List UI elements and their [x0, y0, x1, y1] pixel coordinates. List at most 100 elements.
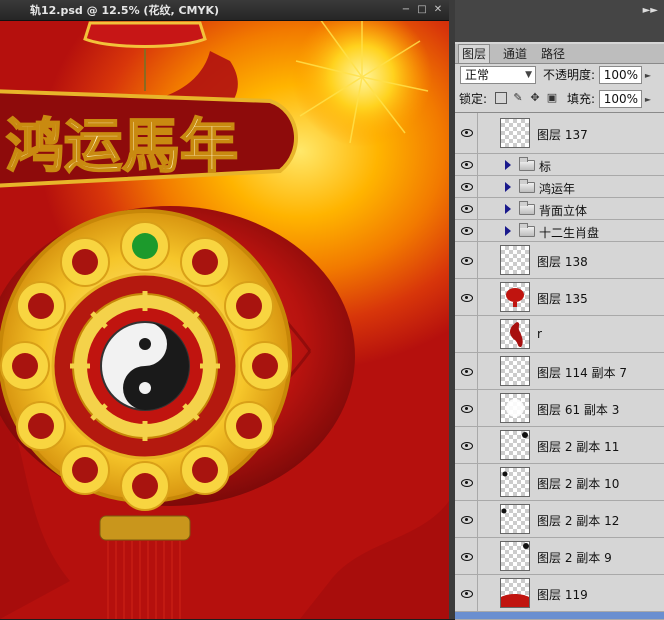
group-name[interactable]: 鸿运年 — [539, 180, 575, 197]
layer-group-row[interactable]: 背面立体 — [455, 198, 664, 220]
layer-name[interactable]: 图层 119 — [537, 586, 588, 603]
layer-link-cell[interactable] — [477, 427, 497, 463]
eye-icon[interactable] — [461, 227, 473, 235]
layer-name[interactable]: 图层 2 副本 9 — [537, 549, 612, 566]
layer-row[interactable]: 图层 2 副本 10 — [455, 464, 664, 501]
eye-icon[interactable] — [461, 405, 473, 413]
layer-link-cell[interactable] — [477, 242, 497, 278]
layer-row[interactable]: 图层 2 副本 9 — [455, 538, 664, 575]
document-title: 轨12.psd @ 12.5% (花纹, CMYK) — [30, 4, 220, 17]
group-name[interactable]: 标 — [539, 158, 551, 175]
group-name[interactable]: 十二生肖盘 — [539, 224, 599, 241]
chevron-right-icon[interactable]: ► — [645, 92, 651, 108]
eye-icon[interactable] — [461, 129, 473, 137]
layer-name[interactable]: 图层 2 副本 12 — [537, 512, 619, 529]
opacity-label: 不透明度: — [543, 68, 596, 82]
layer-thumbnail — [500, 393, 530, 423]
layer-row[interactable]: 图层 138 — [455, 242, 664, 279]
lock-transparent-icon[interactable] — [495, 92, 507, 104]
layer-link-cell[interactable] — [477, 390, 497, 426]
eye-icon[interactable] — [461, 590, 473, 598]
blend-mode-select[interactable]: 正常 ▼ — [460, 66, 536, 84]
eye-icon[interactable] — [461, 257, 473, 265]
eye-icon[interactable] — [461, 553, 473, 561]
layer-link-cell[interactable] — [477, 198, 497, 219]
document-title-bar[interactable]: 轨12.psd @ 12.5% (花纹, CMYK) − □ ✕ — [0, 0, 449, 21]
opacity-value: 100% — [603, 68, 638, 82]
layer-link-cell[interactable] — [477, 113, 497, 153]
eye-icon[interactable] — [461, 516, 473, 524]
layer-group-row[interactable]: 十二生肖盘 — [455, 220, 664, 242]
layer-link-cell[interactable] — [477, 154, 497, 175]
folder-icon — [519, 201, 535, 215]
layer-link-cell[interactable] — [477, 575, 497, 611]
fill-input[interactable]: 100% ► — [599, 90, 651, 108]
layers-list[interactable]: 图层 137 标 鸿运年 背面立体 十二生肖盘 图层 138 图层 135 r … — [455, 112, 664, 620]
expand-triangle-icon[interactable] — [505, 182, 511, 192]
layer-name[interactable]: r — [537, 327, 542, 341]
layer-name[interactable]: 图层 2 副本 10 — [537, 475, 619, 492]
folder-icon — [519, 157, 535, 171]
expand-triangle-icon[interactable] — [505, 226, 511, 236]
eye-icon[interactable] — [461, 183, 473, 191]
layer-name[interactable]: 图层 2 副本 11 — [537, 438, 619, 455]
layer-link-cell[interactable] — [477, 538, 497, 574]
fill-label: 填充: — [567, 92, 596, 106]
layer-row[interactable]: 图层 137 — [455, 113, 664, 154]
layer-link-cell[interactable] — [477, 316, 497, 352]
layer-link-cell[interactable] — [477, 464, 497, 500]
chevron-right-icon[interactable]: ► — [645, 68, 651, 84]
fill-value: 100% — [603, 92, 638, 106]
layer-row[interactable]: 图层 114 副本 7 — [455, 353, 664, 390]
expand-triangle-icon[interactable] — [505, 160, 511, 170]
layer-name[interactable]: 图层 138 — [537, 253, 588, 270]
layer-row[interactable]: r — [455, 316, 664, 353]
layer-name[interactable]: 图层 137 — [537, 126, 588, 143]
layer-name[interactable]: 图层 114 副本 7 — [537, 364, 627, 381]
expand-triangle-icon[interactable] — [505, 204, 511, 214]
poster-artwork: 鸿运馬年 — [0, 21, 449, 619]
lock-move-icon[interactable]: ✥ — [529, 92, 541, 104]
layer-row[interactable]: 图层 61 副本 3 — [455, 390, 664, 427]
restore-icon[interactable]: □ — [416, 4, 428, 16]
panel-header: ►► — [455, 0, 664, 42]
eye-icon[interactable] — [461, 368, 473, 376]
eye-icon[interactable] — [461, 442, 473, 450]
blend-mode-value: 正常 — [465, 68, 490, 82]
layer-group-row[interactable]: 标 — [455, 154, 664, 176]
layer-thumbnail — [500, 578, 530, 608]
lock-all-icon[interactable]: ▣ — [546, 92, 558, 104]
layer-link-cell[interactable] — [477, 176, 497, 197]
eye-icon[interactable] — [461, 294, 473, 302]
layer-link-cell[interactable] — [477, 279, 497, 315]
minimize-icon[interactable]: − — [400, 4, 412, 16]
tab-paths[interactable]: 路径 — [538, 45, 568, 63]
layer-thumbnail — [500, 504, 530, 534]
layer-link-cell[interactable] — [477, 353, 497, 389]
document-canvas[interactable]: 鸿运馬年 — [0, 21, 449, 619]
lantern-cap — [99, 515, 191, 541]
layer-link-cell[interactable] — [477, 501, 497, 537]
layer-row[interactable]: 图层 119 — [455, 575, 664, 612]
layer-link-cell[interactable] — [477, 220, 497, 241]
layer-row[interactable]: 图层 2 副本 12 — [455, 501, 664, 538]
group-name[interactable]: 背面立体 — [539, 202, 587, 219]
tab-channels[interactable]: 通道 — [500, 45, 530, 63]
yin-yang — [100, 321, 190, 411]
collapse-icon[interactable]: ►► — [643, 5, 658, 16]
lock-brush-icon[interactable]: ✎ — [512, 92, 524, 104]
eye-icon[interactable] — [461, 205, 473, 213]
close-icon[interactable]: ✕ — [432, 4, 444, 16]
folder-icon — [519, 179, 535, 193]
layer-row[interactable]: 图层 135 — [455, 279, 664, 316]
opacity-input[interactable]: 100% ► — [599, 66, 651, 84]
layer-thumbnail — [500, 282, 530, 312]
eye-icon[interactable] — [461, 479, 473, 487]
layer-row[interactable]: 图层 2 副本 11 — [455, 427, 664, 464]
layer-group-row[interactable]: 鸿运年 — [455, 176, 664, 198]
layer-name[interactable]: 图层 135 — [537, 290, 588, 307]
tab-layers[interactable]: 图层 — [458, 44, 491, 63]
eye-icon[interactable] — [461, 161, 473, 169]
layer-name[interactable]: 图层 61 副本 3 — [537, 401, 619, 418]
lock-label: 锁定: — [459, 92, 488, 106]
